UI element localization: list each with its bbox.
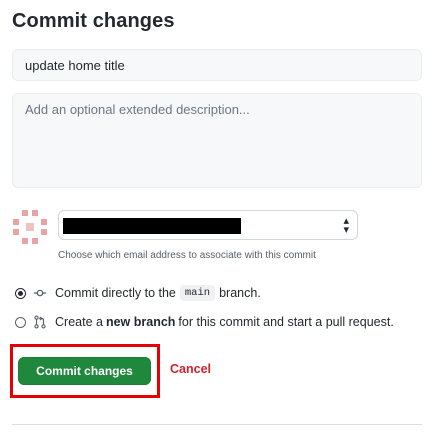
avatar xyxy=(12,209,48,245)
git-commit-icon xyxy=(33,289,47,297)
commit-directly-radio[interactable] xyxy=(15,287,26,299)
commit-summary-input[interactable]: update home title xyxy=(12,49,422,81)
email-select[interactable]: ▴ ▾ xyxy=(58,210,358,240)
select-arrows-icon: ▴ ▾ xyxy=(343,215,349,236)
extended-description-textarea[interactable]: Add an optional extended description... xyxy=(12,93,422,188)
branch-name: main xyxy=(179,285,216,301)
new-branch-bold: new branch xyxy=(105,315,176,329)
new-branch-suffix: for this commit and start a pull request… xyxy=(178,315,394,329)
git-pull-request-icon xyxy=(34,315,46,329)
commit-directly-suffix: branch. xyxy=(219,286,261,300)
commit-changes-button[interactable]: Commit changes xyxy=(18,357,151,385)
new-branch-option[interactable]: Create a new branch for this commit and … xyxy=(15,315,394,329)
email-help-text: Choose which email address to associate … xyxy=(58,250,316,261)
commit-directly-option[interactable]: Commit directly to the main branch. xyxy=(15,285,261,301)
new-branch-text: Create a xyxy=(55,315,103,329)
cancel-button[interactable]: Cancel xyxy=(170,362,211,376)
divider xyxy=(12,424,422,425)
commit-directly-text: Commit directly to the xyxy=(55,286,176,300)
page-title: Commit changes xyxy=(12,10,175,32)
new-branch-radio[interactable] xyxy=(15,316,26,328)
redacted-email xyxy=(63,218,241,234)
